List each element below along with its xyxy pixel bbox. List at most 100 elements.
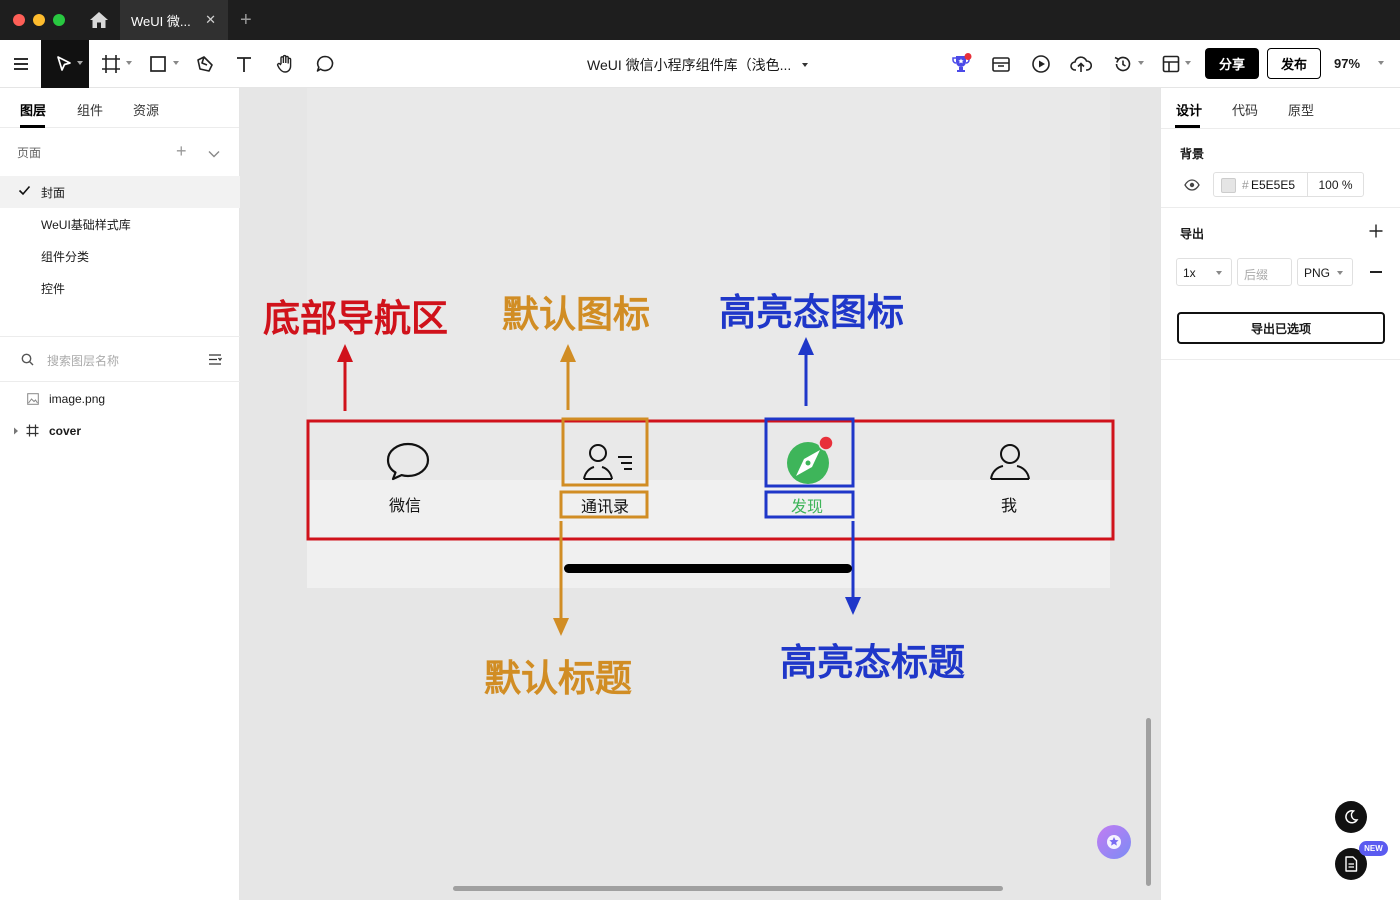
- page-item-label: WeUI基础样式库: [41, 217, 131, 232]
- collapse-pages-icon[interactable]: [208, 145, 220, 163]
- hex-value-input[interactable]: E5E5E5: [1251, 178, 1295, 192]
- export-format-select[interactable]: PNG: [1297, 258, 1353, 286]
- publish-button[interactable]: 发布: [1267, 48, 1321, 79]
- annotation-highlight-icon: 高亮态图标: [719, 292, 904, 333]
- move-tool[interactable]: [41, 40, 89, 88]
- tab-layers[interactable]: 图层: [20, 100, 46, 119]
- trophy-icon[interactable]: [949, 52, 973, 76]
- annotation-overlay: [306, 337, 1115, 636]
- right-panel: 设计 代码 原型 背景 # E5E5E5 100 % 导出 1x 后缀 PNG …: [1160, 88, 1400, 900]
- maximize-window-button[interactable]: [53, 14, 65, 26]
- new-tab-button[interactable]: +: [240, 8, 252, 32]
- annotation-bottom-nav: 底部导航区: [263, 298, 448, 339]
- text-tool-icon[interactable]: [232, 52, 256, 76]
- export-suffix-input[interactable]: 后缀: [1237, 258, 1292, 286]
- dark-mode-toggle[interactable]: [1335, 801, 1367, 833]
- ai-assistant-button[interactable]: [1097, 825, 1131, 859]
- page-item-cover[interactable]: 封面: [0, 176, 240, 208]
- expand-arrow-icon: [14, 427, 18, 435]
- page-item-label: 控件: [41, 281, 66, 296]
- tabbar-label-me: 我: [1001, 498, 1018, 515]
- document-tab-title: WeUI 微...: [131, 13, 191, 29]
- chevron-down-icon[interactable]: [802, 63, 808, 67]
- menu-icon[interactable]: [9, 52, 33, 76]
- close-window-button[interactable]: [13, 14, 25, 26]
- filter-icon: [209, 354, 222, 365]
- image-icon: [27, 393, 39, 405]
- active-tab-indicator: [20, 125, 45, 128]
- vertical-scrollbar[interactable]: [1146, 718, 1151, 886]
- design-canvas[interactable]: 微信 通讯录 发现 我 底部导航区 默认图标 高亮态图标 默认标题 高亮态标题: [241, 88, 1160, 900]
- eye-icon[interactable]: [1184, 178, 1200, 196]
- page-item-label: 封面: [41, 185, 66, 200]
- zoom-chevron-icon[interactable]: [1378, 61, 1384, 65]
- pointer-icon: [57, 56, 71, 71]
- archive-icon[interactable]: [989, 52, 1013, 76]
- layer-item-cover[interactable]: cover: [0, 417, 240, 445]
- opacity-input[interactable]: 100 %: [1307, 173, 1363, 196]
- divider: [0, 336, 240, 337]
- traffic-lights: [13, 14, 65, 26]
- rectangle-tool-icon[interactable]: [146, 52, 170, 76]
- frame-tool-icon[interactable]: [99, 52, 123, 76]
- page-item-component-category[interactable]: 组件分类: [0, 240, 240, 272]
- layer-search[interactable]: 搜索图层名称: [20, 350, 225, 370]
- page-item-weui-base[interactable]: WeUI基础样式库: [0, 208, 240, 240]
- chevron-down-icon: [1337, 271, 1343, 275]
- window-titlebar: WeUI 微... ✕ +: [0, 0, 1400, 40]
- page-item-controls[interactable]: 控件: [0, 272, 240, 304]
- share-button[interactable]: 分享: [1205, 48, 1259, 79]
- add-page-icon[interactable]: +: [176, 142, 187, 160]
- pen-tool-icon[interactable]: [193, 52, 217, 76]
- divider: [0, 381, 240, 382]
- check-icon: [18, 184, 31, 200]
- search-input[interactable]: 搜索图层名称: [47, 352, 119, 369]
- close-tab-icon[interactable]: ✕: [205, 12, 216, 28]
- tabbar-label-wechat: 微信: [389, 498, 422, 515]
- home-icon[interactable]: [86, 8, 112, 32]
- tab-components[interactable]: 组件: [77, 100, 103, 119]
- tab-code[interactable]: 代码: [1232, 100, 1258, 119]
- layer-item-image[interactable]: image.png: [0, 385, 240, 413]
- background-color-field[interactable]: # E5E5E5 100 %: [1213, 172, 1364, 197]
- annotation-default-title: 默认标题: [484, 658, 632, 699]
- hand-tool-icon[interactable]: [273, 52, 297, 76]
- search-icon: [21, 353, 34, 366]
- tab-assets[interactable]: 资源: [133, 100, 159, 119]
- new-badge: NEW: [1359, 841, 1388, 856]
- zoom-level[interactable]: 97%: [1334, 56, 1360, 71]
- color-swatch[interactable]: [1221, 178, 1236, 193]
- tabbar-label-contacts: 通讯录: [581, 499, 630, 516]
- remove-export-icon[interactable]: [1370, 271, 1382, 273]
- moon-icon: [1345, 810, 1359, 824]
- tabbar-label-discover: 发现: [791, 499, 824, 516]
- export-section-title: 导出: [1180, 227, 1205, 241]
- minimize-window-button[interactable]: [33, 14, 45, 26]
- chevron-down-icon: [1216, 271, 1222, 275]
- tab-design[interactable]: 设计: [1176, 100, 1202, 119]
- hex-prefix: #: [1242, 178, 1249, 192]
- layer-label: cover: [49, 424, 82, 438]
- layout-icon[interactable]: [1159, 52, 1183, 76]
- left-panel: 图层 组件 资源 页面 + 封面 WeUI基础样式库 组件分类 控件 搜索图层名…: [0, 88, 240, 900]
- annotation-highlight-title: 高亮态标题: [780, 642, 965, 683]
- background-section-title: 背景: [1180, 147, 1205, 161]
- document-tab[interactable]: WeUI 微... ✕: [120, 0, 228, 40]
- export-selected-button[interactable]: 导出已选项: [1177, 312, 1385, 344]
- document-title[interactable]: WeUI 微信小程序组件库（浅色...: [587, 55, 791, 75]
- play-icon[interactable]: [1029, 52, 1053, 76]
- export-scale-select[interactable]: 1x: [1176, 258, 1232, 286]
- add-export-icon[interactable]: [1369, 224, 1383, 243]
- horizontal-scrollbar[interactable]: [453, 886, 1003, 891]
- history-icon[interactable]: [1111, 52, 1135, 76]
- page-item-label: 组件分类: [41, 249, 90, 264]
- cloud-upload-icon[interactable]: [1069, 52, 1093, 76]
- comment-tool-icon[interactable]: [313, 52, 337, 76]
- frame-icon: [26, 424, 39, 437]
- toolbar: WeUI 微信小程序组件库（浅色... 分享 发布 97%: [0, 40, 1400, 88]
- annotation-default-icon: 默认图标: [502, 294, 650, 335]
- star-icon: [1107, 835, 1121, 849]
- layer-label: image.png: [49, 392, 106, 406]
- pages-header: 页面: [17, 146, 42, 160]
- tab-prototype[interactable]: 原型: [1288, 100, 1314, 119]
